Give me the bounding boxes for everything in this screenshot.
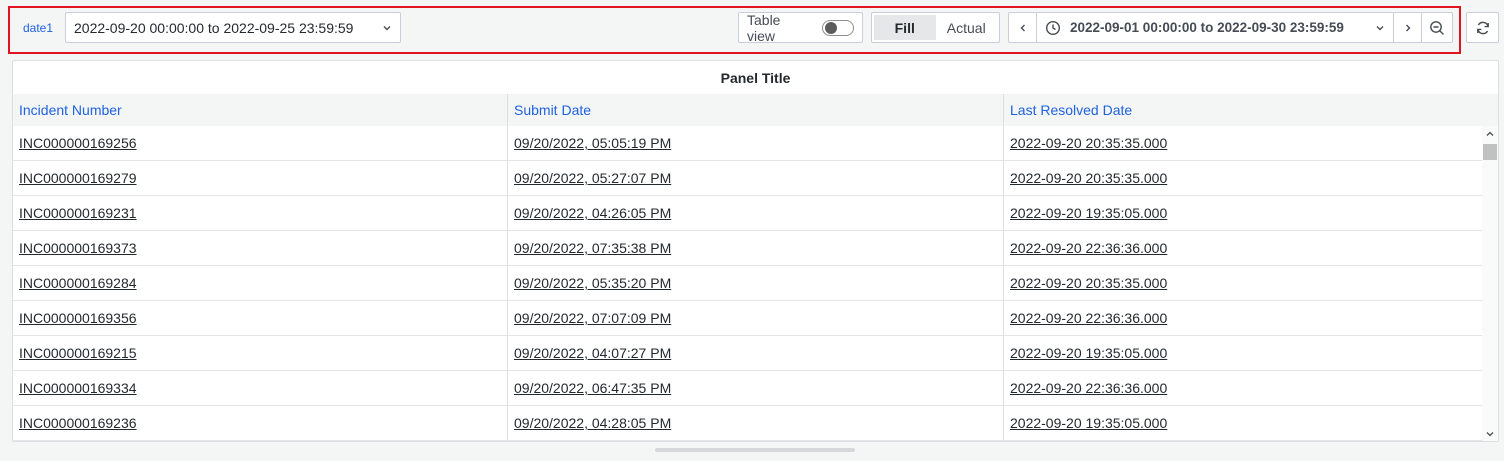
- submit-date-link[interactable]: 09/20/2022, 07:35:38 PM: [514, 240, 671, 256]
- chevron-right-icon: [1405, 24, 1410, 31]
- table-panel: Panel Title Incident Number Submit Date …: [12, 60, 1499, 442]
- table-row: INC000000169284 09/20/2022, 05:35:20 PM …: [13, 266, 1498, 301]
- incident-number-link[interactable]: INC000000169279: [19, 170, 137, 186]
- vertical-scrollbar[interactable]: [1482, 126, 1498, 441]
- incident-number-link[interactable]: INC000000169334: [19, 380, 137, 396]
- scroll-down-icon[interactable]: [1482, 426, 1498, 441]
- submit-date-link[interactable]: 09/20/2022, 05:35:20 PM: [514, 275, 671, 291]
- table-view-toggle[interactable]: Table view: [738, 11, 863, 44]
- column-header-last-resolved-date[interactable]: Last Resolved Date: [1004, 94, 1484, 126]
- time-range-forward-button[interactable]: [1394, 13, 1422, 42]
- time-range-back-button[interactable]: [1009, 13, 1037, 42]
- incident-number-link[interactable]: INC000000169284: [19, 275, 137, 291]
- incident-number-link[interactable]: INC000000169373: [19, 240, 137, 256]
- last-resolved-date-link[interactable]: 2022-09-20 22:36:36.000: [1010, 380, 1167, 396]
- column-header-submit-date[interactable]: Submit Date: [508, 94, 1004, 126]
- time-range-picker[interactable]: 2022-09-01 00:00:00 to 2022-09-30 23:59:…: [1037, 13, 1394, 42]
- last-resolved-date-link[interactable]: 2022-09-20 20:35:35.000: [1010, 135, 1167, 151]
- actual-button[interactable]: Actual: [936, 15, 998, 40]
- submit-date-link[interactable]: 09/20/2022, 07:07:09 PM: [514, 310, 671, 326]
- table-row: INC000000169279 09/20/2022, 05:27:07 PM …: [13, 161, 1498, 196]
- submit-date-link[interactable]: 09/20/2022, 04:26:05 PM: [514, 205, 671, 221]
- table-row: INC000000169256 09/20/2022, 05:05:19 PM …: [13, 126, 1498, 161]
- fill-actual-toggle: Fill Actual: [871, 12, 1000, 43]
- fill-button[interactable]: Fill: [874, 15, 936, 40]
- refresh-icon: [1476, 21, 1489, 34]
- time-range-text: 2022-09-01 00:00:00 to 2022-09-30 23:59:…: [1070, 20, 1344, 35]
- chevron-left-icon: [1020, 24, 1025, 31]
- chevron-down-icon: [382, 23, 392, 33]
- table-row: INC000000169215 09/20/2022, 04:07:27 PM …: [13, 336, 1498, 371]
- refresh-button[interactable]: [1466, 12, 1499, 43]
- submit-date-link[interactable]: 09/20/2022, 04:07:27 PM: [514, 345, 671, 361]
- table-header: Incident Number Submit Date Last Resolve…: [13, 94, 1498, 126]
- last-resolved-date-link[interactable]: 2022-09-20 19:35:05.000: [1010, 345, 1167, 361]
- incident-number-link[interactable]: INC000000169231: [19, 205, 137, 221]
- incident-number-link[interactable]: INC000000169356: [19, 310, 137, 326]
- submit-date-link[interactable]: 09/20/2022, 06:47:35 PM: [514, 380, 671, 396]
- date-variable-dropdown[interactable]: 2022-09-20 00:00:00 to 2022-09-25 23:59:…: [65, 12, 401, 43]
- table-row: INC000000169231 09/20/2022, 04:26:05 PM …: [13, 196, 1498, 231]
- table-row: INC000000169236 09/20/2022, 04:28:05 PM …: [13, 406, 1498, 441]
- horizontal-scrollbar[interactable]: [655, 448, 855, 452]
- submit-date-link[interactable]: 09/20/2022, 05:05:19 PM: [514, 135, 671, 151]
- zoom-out-button[interactable]: [1422, 13, 1452, 42]
- table-row: INC000000169334 09/20/2022, 06:47:35 PM …: [13, 371, 1498, 406]
- table-view-switch[interactable]: [822, 19, 854, 36]
- chevron-down-icon: [1376, 25, 1384, 30]
- panel-title: Panel Title: [720, 69, 791, 86]
- last-resolved-date-link[interactable]: 2022-09-20 20:35:35.000: [1010, 275, 1167, 291]
- column-header-incident-number[interactable]: Incident Number: [13, 94, 508, 126]
- incident-number-link[interactable]: INC000000169215: [19, 345, 137, 361]
- submit-date-link[interactable]: 09/20/2022, 05:27:07 PM: [514, 170, 671, 186]
- clock-icon: [1045, 20, 1061, 35]
- table-row: INC000000169373 09/20/2022, 07:35:38 PM …: [13, 231, 1498, 266]
- incident-number-link[interactable]: INC000000169236: [19, 415, 137, 431]
- scrollbar-thumb[interactable]: [1483, 144, 1497, 160]
- zoom-out-icon: [1430, 20, 1444, 35]
- variable-label: date1: [22, 20, 54, 35]
- table-row: INC000000169356 09/20/2022, 07:07:09 PM …: [13, 301, 1498, 336]
- incident-number-link[interactable]: INC000000169256: [19, 135, 137, 151]
- last-resolved-date-link[interactable]: 2022-09-20 20:35:35.000: [1010, 170, 1167, 186]
- date-variable-value: 2022-09-20 00:00:00 to 2022-09-25 23:59:…: [74, 19, 354, 36]
- submit-date-link[interactable]: 09/20/2022, 04:28:05 PM: [514, 415, 671, 431]
- time-picker-group: 2022-09-01 00:00:00 to 2022-09-30 23:59:…: [1008, 12, 1453, 43]
- switch-knob: [825, 21, 838, 34]
- table-view-label: Table view: [747, 11, 781, 44]
- table-body: INC000000169256 09/20/2022, 05:05:19 PM …: [13, 126, 1498, 441]
- last-resolved-date-link[interactable]: 2022-09-20 19:35:05.000: [1010, 205, 1167, 221]
- last-resolved-date-link[interactable]: 2022-09-20 19:35:05.000: [1010, 415, 1167, 431]
- last-resolved-date-link[interactable]: 2022-09-20 22:36:36.000: [1010, 240, 1167, 256]
- scroll-up-icon[interactable]: [1482, 126, 1498, 142]
- last-resolved-date-link[interactable]: 2022-09-20 22:36:36.000: [1010, 310, 1167, 326]
